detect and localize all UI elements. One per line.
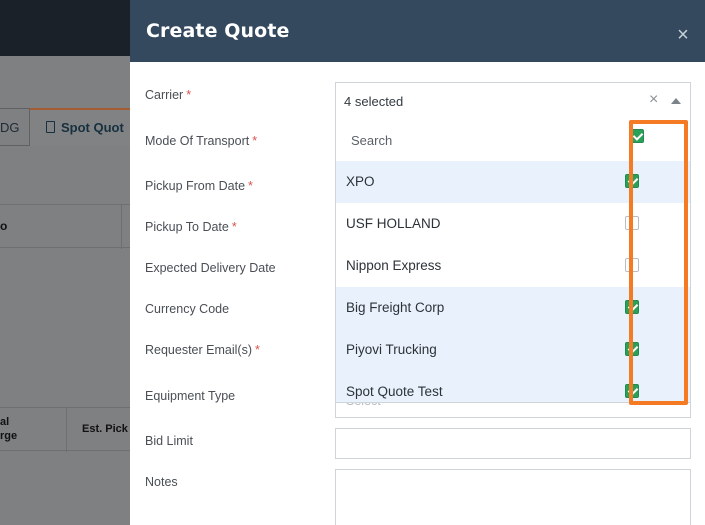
mode-of-transport-label: Mode Of Transport *: [145, 134, 257, 148]
requester-emails-label: Requester Email(s) *: [145, 343, 260, 357]
carrier-label-text: Carrier: [145, 88, 184, 102]
expected-delivery-date-label-text: Expected Delivery Date: [145, 261, 276, 275]
carrier-option-label: XPO: [346, 174, 375, 189]
pickup-from-date-label: Pickup From Date *: [145, 179, 253, 193]
carrier-option-spot-quote-test[interactable]: Spot Quote Test: [336, 371, 690, 402]
background-table-header-2: al rge Est. Pick: [0, 407, 135, 452]
modal-header: Create Quote ×: [130, 0, 705, 62]
close-icon[interactable]: ×: [673, 25, 693, 45]
notes-label: Notes: [145, 475, 178, 489]
currency-code-label-text: Currency Code: [145, 302, 230, 316]
notes-label-text: Notes: [145, 475, 178, 489]
pickup-to-date-label-text: Pickup To Date: [145, 220, 229, 234]
requester-emails-label-text: Requester Email(s): [145, 343, 252, 357]
carrier-option-nippon-express[interactable]: Nippon Express: [336, 245, 690, 287]
equipment-type-label: Equipment Type: [145, 389, 235, 403]
currency-code-label: Currency Code: [145, 302, 229, 316]
background-table-divider: [121, 205, 122, 249]
carrier-option-checkbox[interactable]: [625, 174, 639, 188]
background-tab-dg-label: DG: [0, 120, 20, 135]
create-quote-modal: Create Quote × Carrier * Mode Of Transpor…: [130, 0, 705, 525]
pickup-from-date-label-text: Pickup From Date: [145, 179, 246, 193]
carrier-option-xpo[interactable]: XPO: [336, 161, 690, 203]
required-mark: *: [231, 220, 237, 234]
equipment-type-label-text: Equipment Type: [145, 389, 236, 403]
carrier-option-piyovi-trucking[interactable]: Piyovi Trucking: [336, 329, 690, 371]
carrier-label: Carrier *: [145, 88, 191, 102]
carrier-select[interactable]: 4 selected ×: [335, 82, 691, 119]
bid-limit-input[interactable]: [335, 428, 691, 459]
background-table-header-cell: o: [0, 219, 8, 233]
carrier-option-checkbox[interactable]: [625, 216, 639, 230]
pickup-to-date-label: Pickup To Date *: [145, 220, 237, 234]
required-mark: *: [248, 179, 253, 193]
carrier-option-checkbox[interactable]: [625, 342, 639, 356]
background-table-header: o: [0, 204, 135, 249]
document-icon: [46, 121, 55, 133]
carrier-option-label: Nippon Express: [346, 258, 442, 273]
background-tab-spot-label: Spot Quot: [61, 120, 124, 135]
required-mark: *: [186, 88, 192, 102]
clear-icon[interactable]: ×: [649, 91, 658, 109]
bid-limit-label-text: Bid Limit: [145, 434, 193, 448]
background-tab-spot-quote: Spot Quot: [30, 108, 140, 146]
carrier-search-input[interactable]: Search: [336, 118, 690, 162]
required-mark: *: [254, 343, 260, 357]
caret-up-icon[interactable]: [671, 98, 681, 104]
carrier-option-checkbox[interactable]: [625, 384, 639, 398]
carrier-option-checkbox[interactable]: [625, 258, 639, 272]
carrier-option-checkbox[interactable]: [625, 300, 639, 314]
expected-delivery-date-label: Expected Delivery Date: [145, 261, 276, 275]
bid-limit-label: Bid Limit: [145, 434, 193, 448]
carrier-option-usf-holland[interactable]: USF HOLLAND: [336, 203, 690, 245]
background-tab-dg: DG: [0, 108, 30, 146]
select-all-checkbox[interactable]: [630, 129, 644, 143]
carrier-search-placeholder: Search: [351, 133, 393, 148]
mode-of-transport-label-text: Mode Of Transport: [145, 134, 250, 148]
required-mark: *: [252, 134, 258, 148]
carrier-option-label: USF HOLLAND: [346, 216, 441, 231]
modal-title: Create Quote: [146, 20, 290, 42]
carrier-selected-value: 4 selected: [344, 94, 404, 109]
carrier-option-label: Big Freight Corp: [346, 300, 445, 315]
carrier-option-label: Spot Quote Test: [346, 384, 443, 399]
carrier-dropdown: Search XPO USF HOLLAND Nippon Express Bi…: [335, 118, 691, 403]
background-table2-col2: Est. Pick: [82, 423, 128, 435]
carrier-option-big-freight-corp[interactable]: Big Freight Corp: [336, 287, 690, 329]
background-table2-col1: al rge: [0, 416, 18, 442]
background-table2-divider: [66, 408, 67, 452]
carrier-option-label: Piyovi Trucking: [346, 342, 437, 357]
notes-textarea[interactable]: [335, 469, 691, 525]
